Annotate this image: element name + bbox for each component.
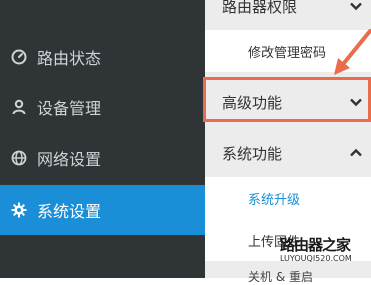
sidebar-item-system-settings[interactable]: 系统设置	[0, 185, 205, 235]
section-advanced-features[interactable]: 高级功能	[205, 78, 371, 126]
chevron-down-icon	[349, 0, 363, 13]
submenu-item-system-upgrade[interactable]: 系统升级	[205, 177, 371, 219]
submenu-item-label: 修改管理密码	[248, 45, 327, 61]
chevron-down-icon	[349, 95, 363, 109]
sidebar-item-label: 系统设置	[37, 202, 102, 221]
watermark-logo-text: 路由器之家	[280, 236, 351, 254]
globe-icon	[10, 149, 28, 167]
gear-icon	[10, 201, 28, 219]
section-system-functions[interactable]: 系统功能	[205, 129, 371, 177]
chevron-up-icon	[349, 146, 363, 160]
submenu-item-label: 系统升级	[248, 192, 301, 208]
section-router-permissions[interactable]: 路由器权限	[205, 0, 371, 30]
watermark-url: LUYOUQI520.COM	[280, 254, 352, 263]
submenu-item-change-password[interactable]: 修改管理密码	[205, 30, 371, 72]
section-title: 系统功能	[222, 144, 283, 163]
sidebar-item-device-management[interactable]: 设备管理	[0, 82, 205, 132]
watermark: 路由器之家 LUYOUQI520.COM	[280, 230, 371, 278]
sidebar-item-router-status[interactable]: 路由状态	[0, 32, 205, 82]
section-title: 路由器权限	[222, 0, 298, 16]
sidebar-item-label: 设备管理	[37, 99, 102, 118]
sidebar-item-network-settings[interactable]: 网络设置	[0, 133, 205, 183]
section-title: 高级功能	[222, 93, 283, 112]
sidebar-item-label: 路由状态	[37, 49, 102, 68]
dashboard-gauge-icon	[10, 48, 28, 66]
user-icon	[10, 98, 28, 116]
sidebar-item-label: 网络设置	[37, 150, 102, 169]
